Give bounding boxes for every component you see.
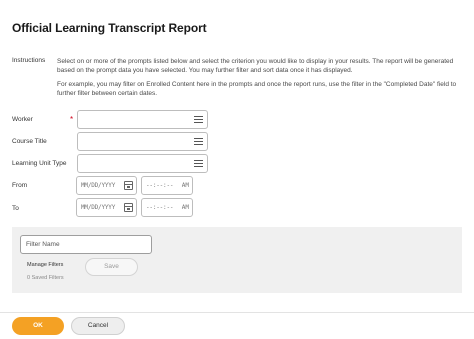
from-date-input[interactable]: MM/DD/YYYY <box>76 176 137 195</box>
learning-unit-type-prompt-input[interactable] <box>77 154 208 173</box>
save-filter-button[interactable]: Save <box>85 258 138 276</box>
course-title-label: Course Title <box>12 138 47 145</box>
prompt-list-icon[interactable] <box>194 138 203 145</box>
ok-button[interactable]: OK <box>12 317 64 335</box>
to-label: To <box>12 205 19 212</box>
learning-unit-type-label: Learning Unit Type <box>12 160 67 167</box>
prompt-list-icon[interactable] <box>194 116 203 123</box>
instructions-label: Instructions <box>12 57 46 64</box>
filter-name-input[interactable]: Filter Name <box>20 235 152 254</box>
calendar-icon[interactable] <box>124 203 133 212</box>
required-marker: * <box>70 115 74 124</box>
to-date-input[interactable]: MM/DD/YYYY <box>76 198 137 217</box>
worker-label: Worker <box>12 116 33 123</box>
instructions-paragraph-2: For example, you may filter on Enrolled … <box>57 81 457 97</box>
from-date-placeholder: MM/DD/YYYY <box>81 182 116 189</box>
cancel-button[interactable]: Cancel <box>71 317 125 335</box>
course-title-prompt-input[interactable] <box>77 132 208 151</box>
from-label: From <box>12 182 28 189</box>
manage-filters-link[interactable]: Manage Filters <box>27 262 63 268</box>
worker-prompt-input[interactable] <box>77 110 208 129</box>
from-time-placeholder: --:--:-- <box>146 182 174 189</box>
from-ampm[interactable]: AM <box>182 182 189 189</box>
instructions-paragraph-1: Select on or more of the prompts listed … <box>57 58 454 74</box>
to-ampm[interactable]: AM <box>182 204 189 211</box>
to-time-input[interactable]: --:--:-- AM <box>141 198 193 217</box>
to-time-placeholder: --:--:-- <box>146 204 174 211</box>
from-time-input[interactable]: --:--:-- AM <box>141 176 193 195</box>
prompt-list-icon[interactable] <box>194 160 203 167</box>
page-title: Official Learning Transcript Report <box>12 21 207 35</box>
saved-filters-count[interactable]: 0 Saved Filters <box>27 275 64 281</box>
to-date-placeholder: MM/DD/YYYY <box>81 204 116 211</box>
footer-divider <box>0 312 474 313</box>
instructions-text: Select on or more of the prompts listed … <box>57 57 462 98</box>
filter-name-placeholder: Filter Name <box>26 241 60 248</box>
calendar-icon[interactable] <box>124 181 133 190</box>
